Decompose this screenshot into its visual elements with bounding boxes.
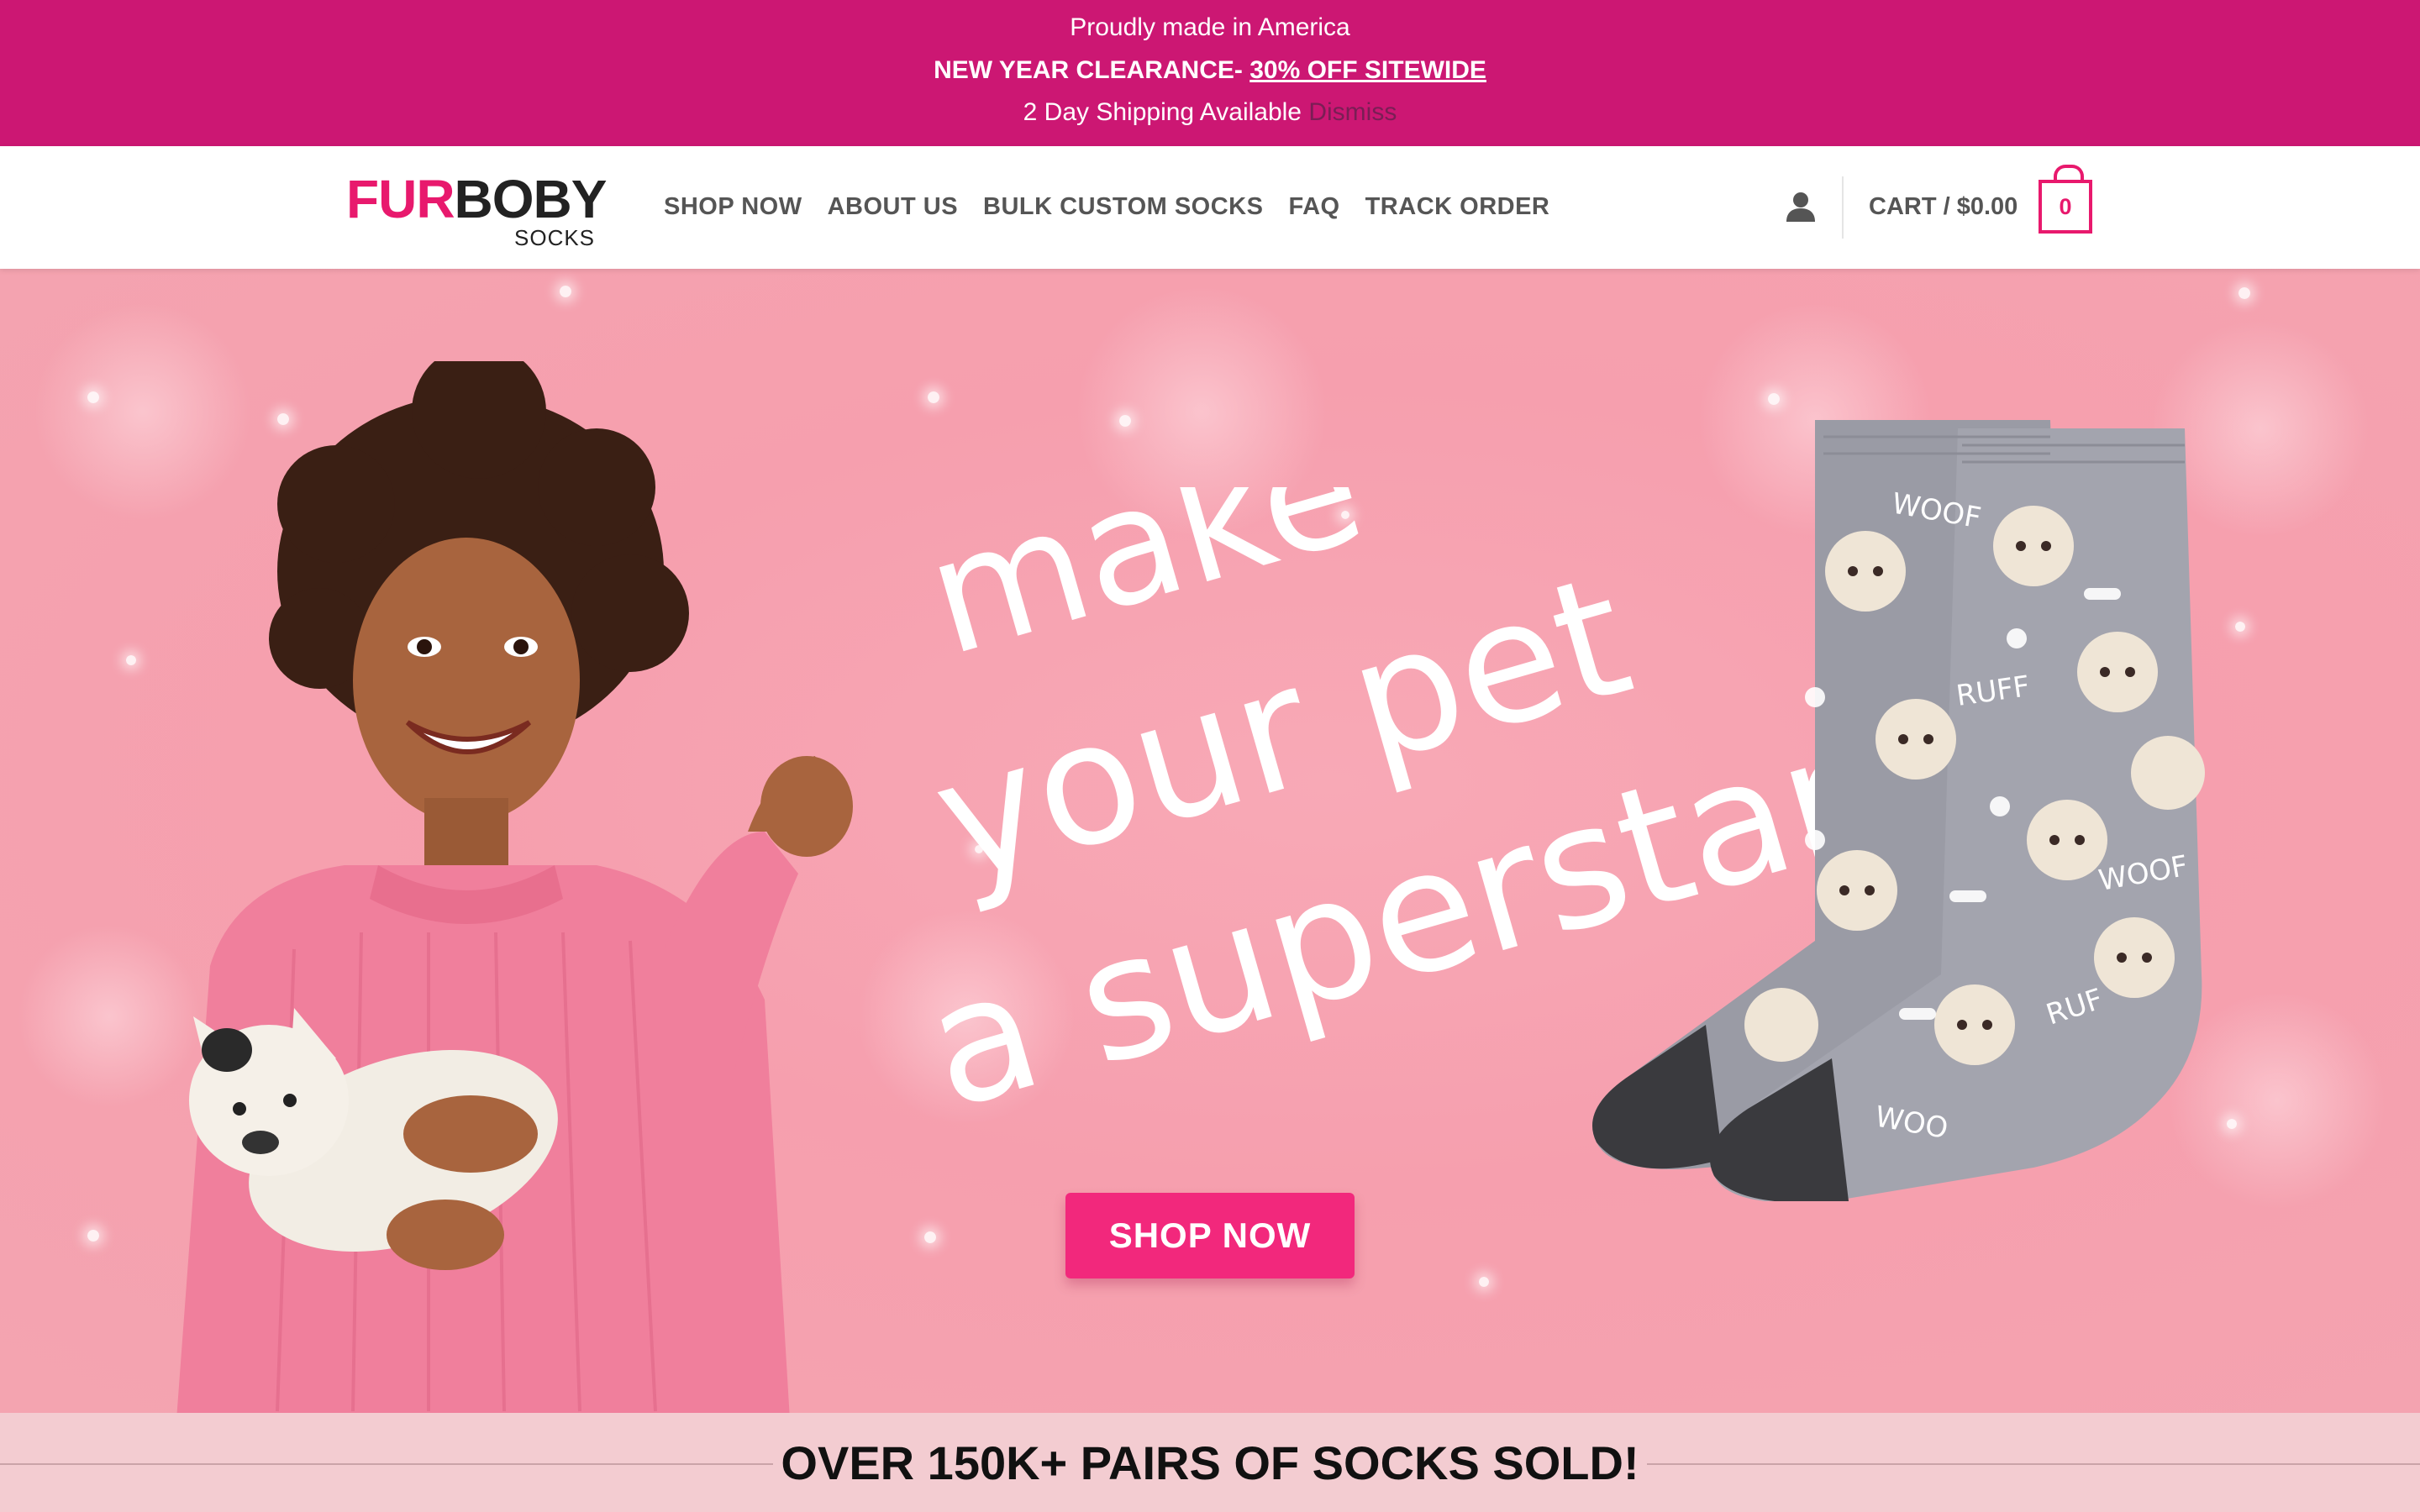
- announcement-bar: Proudly made in America NEW YEAR CLEARAN…: [0, 0, 2420, 146]
- dismiss-link[interactable]: Dismiss: [1308, 98, 1397, 126]
- nav-about-us[interactable]: ABOUT US: [828, 190, 958, 223]
- clearance-text: NEW YEAR CLEARANCE- 30% OFF SITEWIDE: [0, 54, 2420, 87]
- custom-socks-image: WOOF RUFF WOOF RUF WOO: [1592, 420, 2205, 1201]
- main-nav: SHOP NOW ABOUT US BULK CUSTOM SOCKS FAQ …: [664, 190, 1549, 223]
- site-header: FURBOBY SOCKS SHOP NOW ABOUT US BULK CUS…: [0, 146, 2420, 269]
- user-icon[interactable]: [1785, 190, 1817, 223]
- socks-sold-heading: OVER 150K+ PAIRS OF SOCKS SOLD!: [781, 1436, 1639, 1489]
- cart-link[interactable]: CART / $0.00: [1869, 190, 2018, 223]
- hero-banner: make your pet a superstar WOOF RUFF WOOF…: [0, 269, 2420, 1413]
- logo-boby: BOBY: [454, 169, 608, 229]
- furboby-logo[interactable]: FURBOBY SOCKS: [346, 168, 608, 250]
- made-in-america-text: Proudly made in America: [1070, 13, 1350, 41]
- nav-bulk-custom-socks[interactable]: BULK CUSTOM SOCKS: [983, 190, 1263, 223]
- shipping-text: 2 Day Shipping Available Dismiss: [0, 96, 2420, 129]
- nav-track-order[interactable]: TRACK ORDER: [1365, 190, 1550, 223]
- sitewide-offer-link[interactable]: 30% OFF SITEWIDE: [1249, 56, 1486, 84]
- clearance-prefix: NEW YEAR CLEARANCE-: [934, 56, 1243, 84]
- hero-shop-now-button[interactable]: SHOP NOW: [1065, 1193, 1355, 1278]
- logo-wordmark: FURBOBY: [346, 169, 608, 229]
- header-divider: [1842, 176, 1844, 239]
- nav-faq[interactable]: FAQ: [1288, 190, 1339, 223]
- cart-count-badge[interactable]: 0: [2039, 165, 2092, 234]
- logo-socks: SOCKS: [514, 225, 596, 250]
- socks-sold-banner: OVER 150K+ PAIRS OF SOCKS SOLD!: [0, 1413, 2420, 1512]
- woman-with-dog-image: [176, 361, 853, 1413]
- nav-shop-now[interactable]: SHOP NOW: [664, 190, 802, 223]
- shipping-label: 2 Day Shipping Available: [1023, 98, 1302, 126]
- logo-fur: FUR: [346, 169, 455, 229]
